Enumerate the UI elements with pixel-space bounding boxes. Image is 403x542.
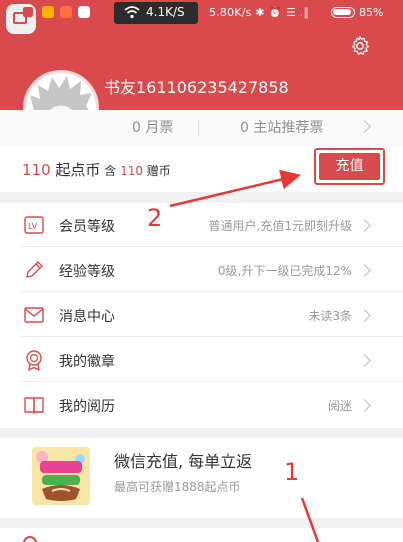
menu-item-value: 0级,升下一级已完成12% xyxy=(217,264,352,278)
menu-item-value: 未读3条 xyxy=(308,309,352,323)
promo-subtitle: 最高可获赠1888起点币 xyxy=(114,480,241,494)
lv-badge-icon: LV xyxy=(24,216,44,234)
divider xyxy=(21,246,403,247)
menu-item-label: 我的阅历 xyxy=(59,399,115,415)
annotation-marker-1: 1 xyxy=(284,458,300,486)
notification-icon xyxy=(42,6,54,18)
menu-item-value: 普通用户,充值1元即刻升级 xyxy=(208,219,352,233)
menu-item-label: 消息中心 xyxy=(59,309,115,325)
divider xyxy=(198,119,199,137)
chevron-right-icon xyxy=(358,219,371,232)
menu-item-label: 我的徽章 xyxy=(59,354,115,370)
menu-item-value: 阅迷 xyxy=(327,399,352,413)
menu-item-message-center[interactable]: 消息中心 未读3条 xyxy=(0,293,403,337)
profile-header: 4.1K/S 5.80K/s ✱ ⏰ ☰ .∥ 85% ? 书友16110623… xyxy=(0,0,403,147)
divider xyxy=(21,336,403,337)
coin-contains-label: 含 xyxy=(100,164,121,178)
recharge-button[interactable]: 充值 xyxy=(319,153,380,180)
settings-gear-icon[interactable] xyxy=(349,35,371,57)
menu-item-label: 会员等级 xyxy=(59,219,115,235)
divider xyxy=(21,291,403,292)
promo-image xyxy=(32,447,90,505)
chevron-right-icon xyxy=(358,264,371,277)
chevron-right-icon xyxy=(358,354,371,367)
gift-coin-unit: 赠币 xyxy=(142,164,171,178)
promo-title: 微信充值, 每单立返 xyxy=(114,452,253,471)
menu-item-my-badges[interactable]: 我的徽章 xyxy=(0,338,403,382)
book-icon xyxy=(24,397,44,414)
battery-icon xyxy=(331,7,355,18)
recommend-ticket-count: 0 主站推荐票 xyxy=(240,120,324,136)
menu-item-icon xyxy=(23,536,37,542)
network-speed: 4.1K/S xyxy=(146,5,185,19)
monthly-ticket-count: 0 月票 xyxy=(132,120,174,136)
profile-page: 4.1K/S 5.80K/s ✱ ⏰ ☰ .∥ 85% ? 书友16110623… xyxy=(0,0,403,542)
chevron-right-icon xyxy=(358,399,371,412)
envelope-icon xyxy=(24,307,44,323)
menu-item-my-reading-history[interactable]: 我的阅历 阅迷 xyxy=(0,383,403,427)
user-nickname: 书友161106235427858 xyxy=(104,78,289,97)
annotation-marker-2: 2 xyxy=(147,204,163,232)
pencil-icon xyxy=(26,261,43,278)
coin-unit: 起点币 xyxy=(50,161,101,179)
menu-list: LV 会员等级 普通用户,充值1元即刻升级 经验等级 0级,升下一级已完成12%… xyxy=(0,203,403,428)
notification-icon xyxy=(60,6,72,18)
menu-item-experience-level[interactable]: 经验等级 0级,升下一级已完成12% xyxy=(0,248,403,292)
tickets-row[interactable]: 0 月票 0 主站推荐票 xyxy=(0,110,403,147)
recharge-highlight-box: 充值 xyxy=(314,148,385,185)
medal-icon xyxy=(26,350,42,371)
divider xyxy=(21,381,403,382)
svg-text:LV: LV xyxy=(28,222,38,231)
status-indicators: 5.80K/s ✱ ⏰ ☰ .∥ xyxy=(209,6,310,19)
wechat-recharge-promo[interactable]: 微信充值, 每单立返 最高可获赠1888起点币 xyxy=(0,438,403,518)
wifi-icon xyxy=(124,6,140,19)
notification-icon xyxy=(78,6,90,18)
battery-percent: 85% xyxy=(359,6,384,19)
next-menu-row-partial[interactable] xyxy=(0,528,403,542)
coin-amount: 110 xyxy=(22,161,51,179)
status-bar: 4.1K/S 5.80K/s ✱ ⏰ ☰ .∥ 85% xyxy=(0,0,403,34)
menu-item-member-level[interactable]: LV 会员等级 普通用户,充值1元即刻升级 xyxy=(0,203,403,247)
app-notification-icon xyxy=(6,4,36,34)
chevron-right-icon xyxy=(358,120,371,133)
chevron-right-icon xyxy=(358,309,371,322)
gift-coin-amount: 110 xyxy=(120,164,143,178)
menu-item-label: 经验等级 xyxy=(59,264,115,280)
